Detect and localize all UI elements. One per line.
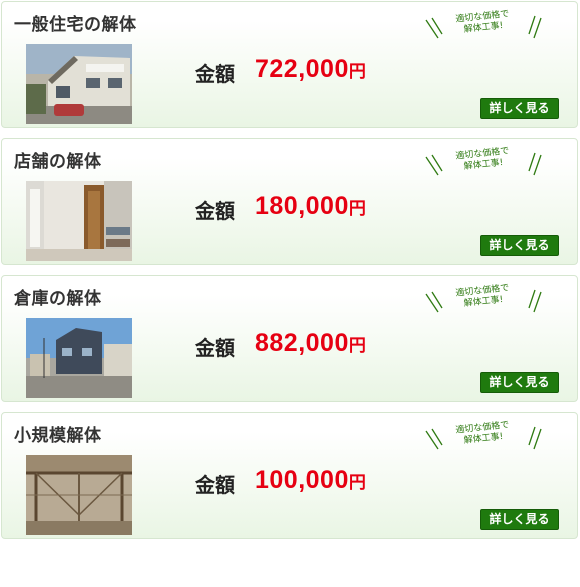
price-value: 882,000円	[255, 329, 367, 357]
tagline-badge: 適切な価格で 解体工事!	[422, 417, 547, 461]
house-photo-icon	[26, 44, 132, 124]
thumbnail-store[interactable]	[26, 181, 132, 261]
detail-button[interactable]: 詳しく見る	[480, 509, 559, 530]
listing-card-warehouse: 倉庫の解体 適切な価格で 解体工事! 金額 882,000円 詳しく見る	[1, 275, 578, 402]
price-label: 金額	[195, 473, 235, 497]
store-interior-photo-icon	[26, 181, 132, 261]
card-title: 倉庫の解体	[14, 289, 102, 309]
steel-frame-photo-icon	[26, 455, 132, 535]
card-title: 店舗の解体	[14, 152, 102, 172]
tagline-badge: 適切な価格で 解体工事!	[422, 143, 547, 187]
price-unit: 円	[348, 62, 367, 82]
detail-button[interactable]: 詳しく見る	[480, 98, 559, 119]
price-label: 金額	[195, 336, 235, 360]
listing-card-store: 店舗の解体 適切な価格で 解体工事! 金額 180,000円 詳しく見る	[1, 138, 578, 265]
card-title: 一般住宅の解体	[14, 15, 137, 35]
price-value: 100,000円	[255, 466, 367, 494]
price-label: 金額	[195, 62, 235, 86]
listing-card-small-scale: 小規模解体 適切な価格で 解体工事! 金額 100,000円 詳しく見る	[1, 412, 578, 539]
price-unit: 円	[348, 473, 367, 493]
price-unit: 円	[348, 336, 367, 356]
card-title: 小規模解体	[14, 426, 102, 446]
thumbnail-warehouse[interactable]	[26, 318, 132, 398]
detail-button[interactable]: 詳しく見る	[480, 372, 559, 393]
warehouse-photo-icon	[26, 318, 132, 398]
price-value: 722,000円	[255, 55, 367, 83]
thumbnail-small-scale[interactable]	[26, 455, 132, 535]
listing-card-house: 一般住宅の解体 適切な価格で 解体工事! 金額 722,000円 詳しく見る	[1, 1, 578, 128]
detail-button[interactable]: 詳しく見る	[480, 235, 559, 256]
price-label: 金額	[195, 199, 235, 223]
price-value: 180,000円	[255, 192, 367, 220]
tagline-badge: 適切な価格で 解体工事!	[422, 280, 547, 324]
tagline-badge: 適切な価格で 解体工事!	[422, 6, 547, 50]
price-unit: 円	[348, 199, 367, 219]
thumbnail-house[interactable]	[26, 44, 132, 124]
